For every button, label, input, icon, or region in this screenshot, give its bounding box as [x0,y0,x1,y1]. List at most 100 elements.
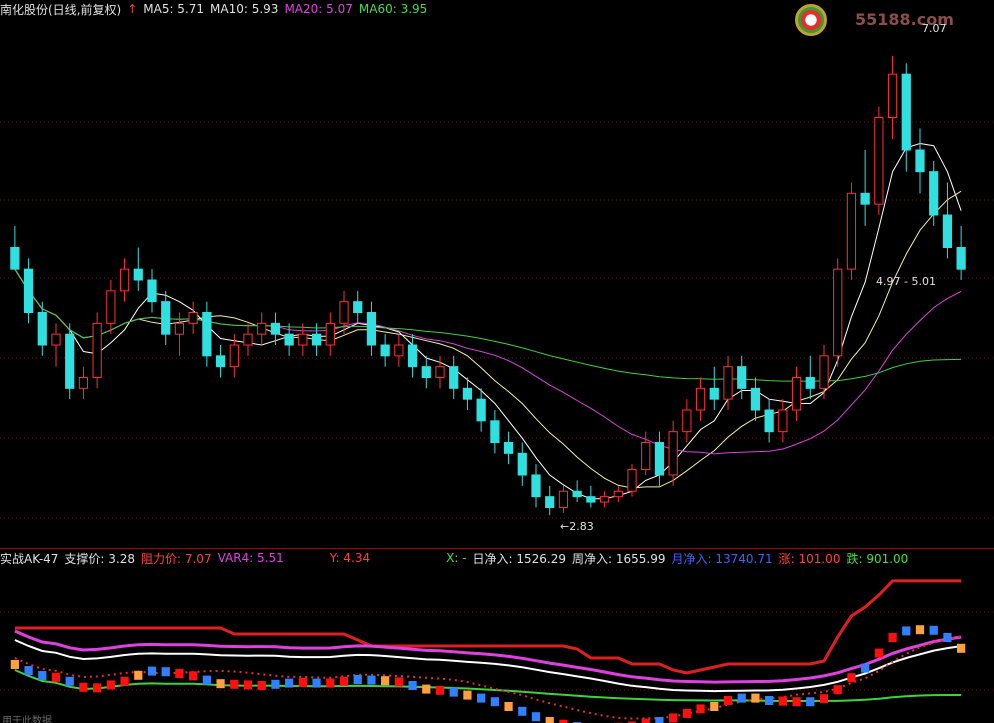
candle-body [449,366,459,389]
candle-body [709,387,719,400]
high-price-label: 7.07 [922,22,947,35]
flow-block [765,696,774,705]
flow-block [93,683,102,693]
range-label: 4.97 - 5.01 [876,275,936,288]
candle-body [503,442,514,454]
flow-block [202,675,211,685]
candle-body [106,290,116,324]
candle-body [737,366,747,389]
flow-block [408,681,417,690]
candle-body [394,344,404,357]
candle-body [586,496,596,503]
flow-block [175,669,184,678]
candle-body [435,366,445,378]
flow-block [490,697,499,707]
flow-block [669,713,678,723]
flow-block [134,670,143,680]
flow-block [477,693,486,703]
flow-block [778,696,787,706]
var4-value: VAR4: 5.51 [217,551,284,565]
candle-body [668,431,678,476]
candle-body [298,333,308,346]
candle-body [133,268,143,281]
candle-body [257,322,267,335]
candle-body [545,496,555,508]
flow-block [367,675,376,685]
flow-block [147,666,157,676]
candle-body [10,247,20,270]
flow-block [257,681,266,690]
candle-body [78,377,89,389]
candle-body [366,312,377,346]
fall-count: 跌: 901.00 [846,551,909,566]
flow-block [422,684,431,694]
candle-body [37,312,47,346]
flow-block [353,675,362,684]
candle-body [846,192,857,270]
candle-body [613,490,623,498]
candle-body [833,268,843,357]
candle-body [750,387,761,411]
flow-block [271,679,280,689]
flow-block [792,697,801,707]
candle-body [407,344,418,368]
flow-block [696,704,705,714]
flow-block [161,667,170,677]
candle-body [92,322,102,379]
flow-block [120,676,129,686]
candle-body [558,490,569,508]
moving-average-lines [14,142,962,500]
monthly-net-inflow: 月净入: 13740.71 [671,551,773,566]
candle-body [23,268,34,313]
flow-block [463,690,472,700]
candle-body [188,312,198,324]
candle-body [791,377,802,411]
candle-body [380,344,390,357]
flow-block [10,660,19,669]
flow-block [339,676,349,686]
candle-body [119,268,130,292]
flow-block [874,648,883,658]
candle-body [778,409,788,433]
indicator-name[interactable]: 实战AK-47 [0,550,58,567]
flow-block [106,680,115,690]
flow-block [51,672,61,682]
flow-block [710,702,719,711]
flow-block [861,663,870,673]
flow-block [833,685,842,695]
rise-count: 涨: 101.00 [778,551,841,566]
flow-block [24,666,33,675]
flow-block [819,694,829,704]
ma60-line [14,268,962,382]
price-chart[interactable] [0,0,994,723]
candle-body [51,333,61,346]
low-price-value: 2.83 [569,520,594,533]
flow-block [915,625,925,635]
candle-body [147,279,157,303]
indicator-series [10,579,966,723]
candle-body [887,73,898,118]
candle-body [764,409,774,433]
flow-block [806,697,815,707]
candle-body [353,301,363,313]
stock-chart-window: { "main_header": { "stock": "南化股份(日线,前复权… [0,0,994,723]
flow-block [326,678,335,688]
candle-body [174,322,185,335]
candle-body [161,301,171,335]
flow-block [737,693,746,703]
candle-body [421,366,431,378]
flow-block [943,633,952,642]
daily-net-inflow: 日净入: 1526.29 [472,551,566,566]
candle-body [915,149,925,173]
flow-block [929,625,938,635]
support-price: 支撑价: 3.28 [64,551,135,566]
flow-block [641,718,650,723]
flow-block [504,702,513,711]
flow-block [189,671,198,681]
candle-body [874,117,884,205]
candle-body [243,333,253,346]
flow-block [285,678,294,688]
flow-block [243,680,253,690]
candle-body [682,409,692,433]
indicator-header: 实战AK-47 支撑价: 3.28 阻力价: 7.07 VAR4: 5.51 Y… [0,549,914,567]
